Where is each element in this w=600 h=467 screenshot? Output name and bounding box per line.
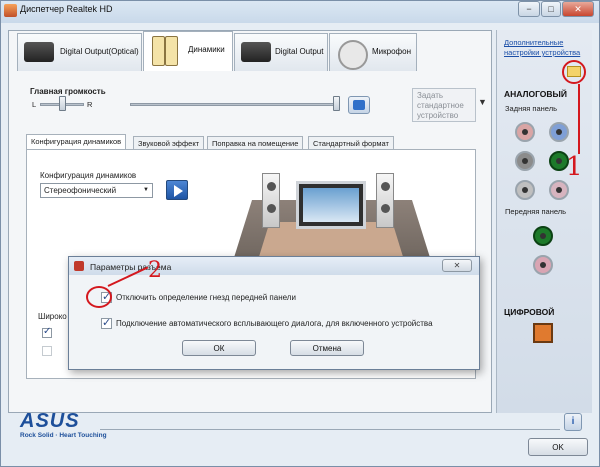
dialog-ok-button[interactable]: ОК <box>182 340 256 356</box>
tab-label: Digital Output <box>275 47 324 56</box>
speaker-icon <box>74 261 84 271</box>
auto-popup-dialog-label: Подключение автоматического всплывающего… <box>116 319 433 328</box>
wide-range-checkbox[interactable] <box>42 326 52 338</box>
subtab-speaker-config[interactable]: Конфигурация динамиков <box>26 134 127 150</box>
ok-button[interactable]: OK <box>528 438 588 456</box>
info-icon[interactable]: i <box>564 413 582 431</box>
tab-label: Digital Output(Optical) <box>60 47 139 56</box>
back-panel-label: Задняя панель <box>505 104 558 113</box>
speaker-config-select[interactable]: Стереофонический <box>40 183 153 198</box>
set-default-device-button[interactable]: Задать стандартное устройство <box>412 88 476 122</box>
dialog-cancel-button[interactable]: Отмена <box>290 340 364 356</box>
auto-popup-dialog-checkbox[interactable] <box>101 316 112 329</box>
optical-device-icon <box>24 42 54 62</box>
asus-tagline: Rock Solid · Heart Touching <box>20 432 107 439</box>
play-test-button[interactable] <box>166 180 188 200</box>
left-speaker-icon[interactable] <box>262 173 280 228</box>
wide-range-checkbox-2[interactable] <box>42 346 52 356</box>
right-speaker-icon[interactable] <box>376 173 394 228</box>
speaker-icon <box>165 36 178 66</box>
divider <box>100 429 560 430</box>
advanced-settings-link[interactable]: Дополнительные настройки устройства <box>504 38 586 58</box>
app-icon <box>4 4 17 17</box>
subtab-sound-effect[interactable]: Звуковой эффект <box>133 136 205 150</box>
analog-title: АНАЛОГОВЫЙ <box>504 89 567 99</box>
jack-gray-icon[interactable] <box>515 151 535 171</box>
jack-blue-icon[interactable] <box>549 122 569 142</box>
annotation-number-1: 1 <box>566 152 583 182</box>
digital-title: ЦИФРОВОЙ <box>504 307 555 317</box>
tab-speakers[interactable]: Динамики <box>143 31 233 71</box>
volume-track <box>130 103 340 106</box>
subtab-room-correction[interactable]: Поправка на помещение <box>207 136 304 150</box>
annotation-circle <box>562 60 586 84</box>
chevron-down-icon[interactable]: ▼ <box>478 97 487 107</box>
tab-microphone[interactable]: Микрофон <box>329 33 417 71</box>
tab-digital-optical[interactable]: Digital Output(Optical) <box>17 33 142 71</box>
annotation-arrow <box>578 84 580 154</box>
wide-range-label: Широко <box>38 312 67 321</box>
jack-pink-icon[interactable] <box>515 122 535 142</box>
dialog-close-button[interactable]: ✕ <box>442 259 472 272</box>
jack-lightpink-icon[interactable] <box>549 180 569 200</box>
speaker-icon <box>152 36 165 66</box>
annotation-number-2: 2 <box>148 258 162 283</box>
tab-label: Динамики <box>188 45 225 54</box>
digital-port-icon[interactable] <box>533 323 553 343</box>
main-volume-label: Главная громкость <box>30 87 106 96</box>
tab-digital-output[interactable]: Digital Output <box>234 33 328 71</box>
front-panel-label: Передняя панель <box>505 207 567 216</box>
digital-device-icon <box>241 42 271 62</box>
speaker-config-label: Конфигурация динамиков <box>40 171 137 180</box>
maximize-button[interactable]: □ <box>541 1 561 17</box>
front-jack-green-icon[interactable] <box>533 226 553 246</box>
front-jack-pink-icon[interactable] <box>533 255 553 275</box>
speaker-volume-icon[interactable] <box>348 96 370 114</box>
close-window-button[interactable]: ✕ <box>562 1 594 17</box>
asus-logo: ASUS <box>20 410 80 432</box>
microphone-icon <box>338 40 368 70</box>
balance-left-label: L <box>32 100 37 109</box>
jack-lightgray-icon[interactable] <box>515 180 535 200</box>
disable-front-jack-detection-label: Отключить определение гнезд передней пан… <box>116 293 296 302</box>
balance-slider[interactable] <box>59 96 66 111</box>
tv-icon <box>296 181 366 229</box>
annotation-circle <box>86 286 112 308</box>
minimize-button[interactable]: − <box>518 1 540 17</box>
tab-label: Микрофон <box>372 47 411 56</box>
volume-slider[interactable] <box>333 96 340 111</box>
window-title: Диспетчер Realtek HD <box>20 4 113 14</box>
balance-right-label: R <box>87 100 93 109</box>
subtab-default-format[interactable]: Стандартный формат <box>308 136 394 150</box>
